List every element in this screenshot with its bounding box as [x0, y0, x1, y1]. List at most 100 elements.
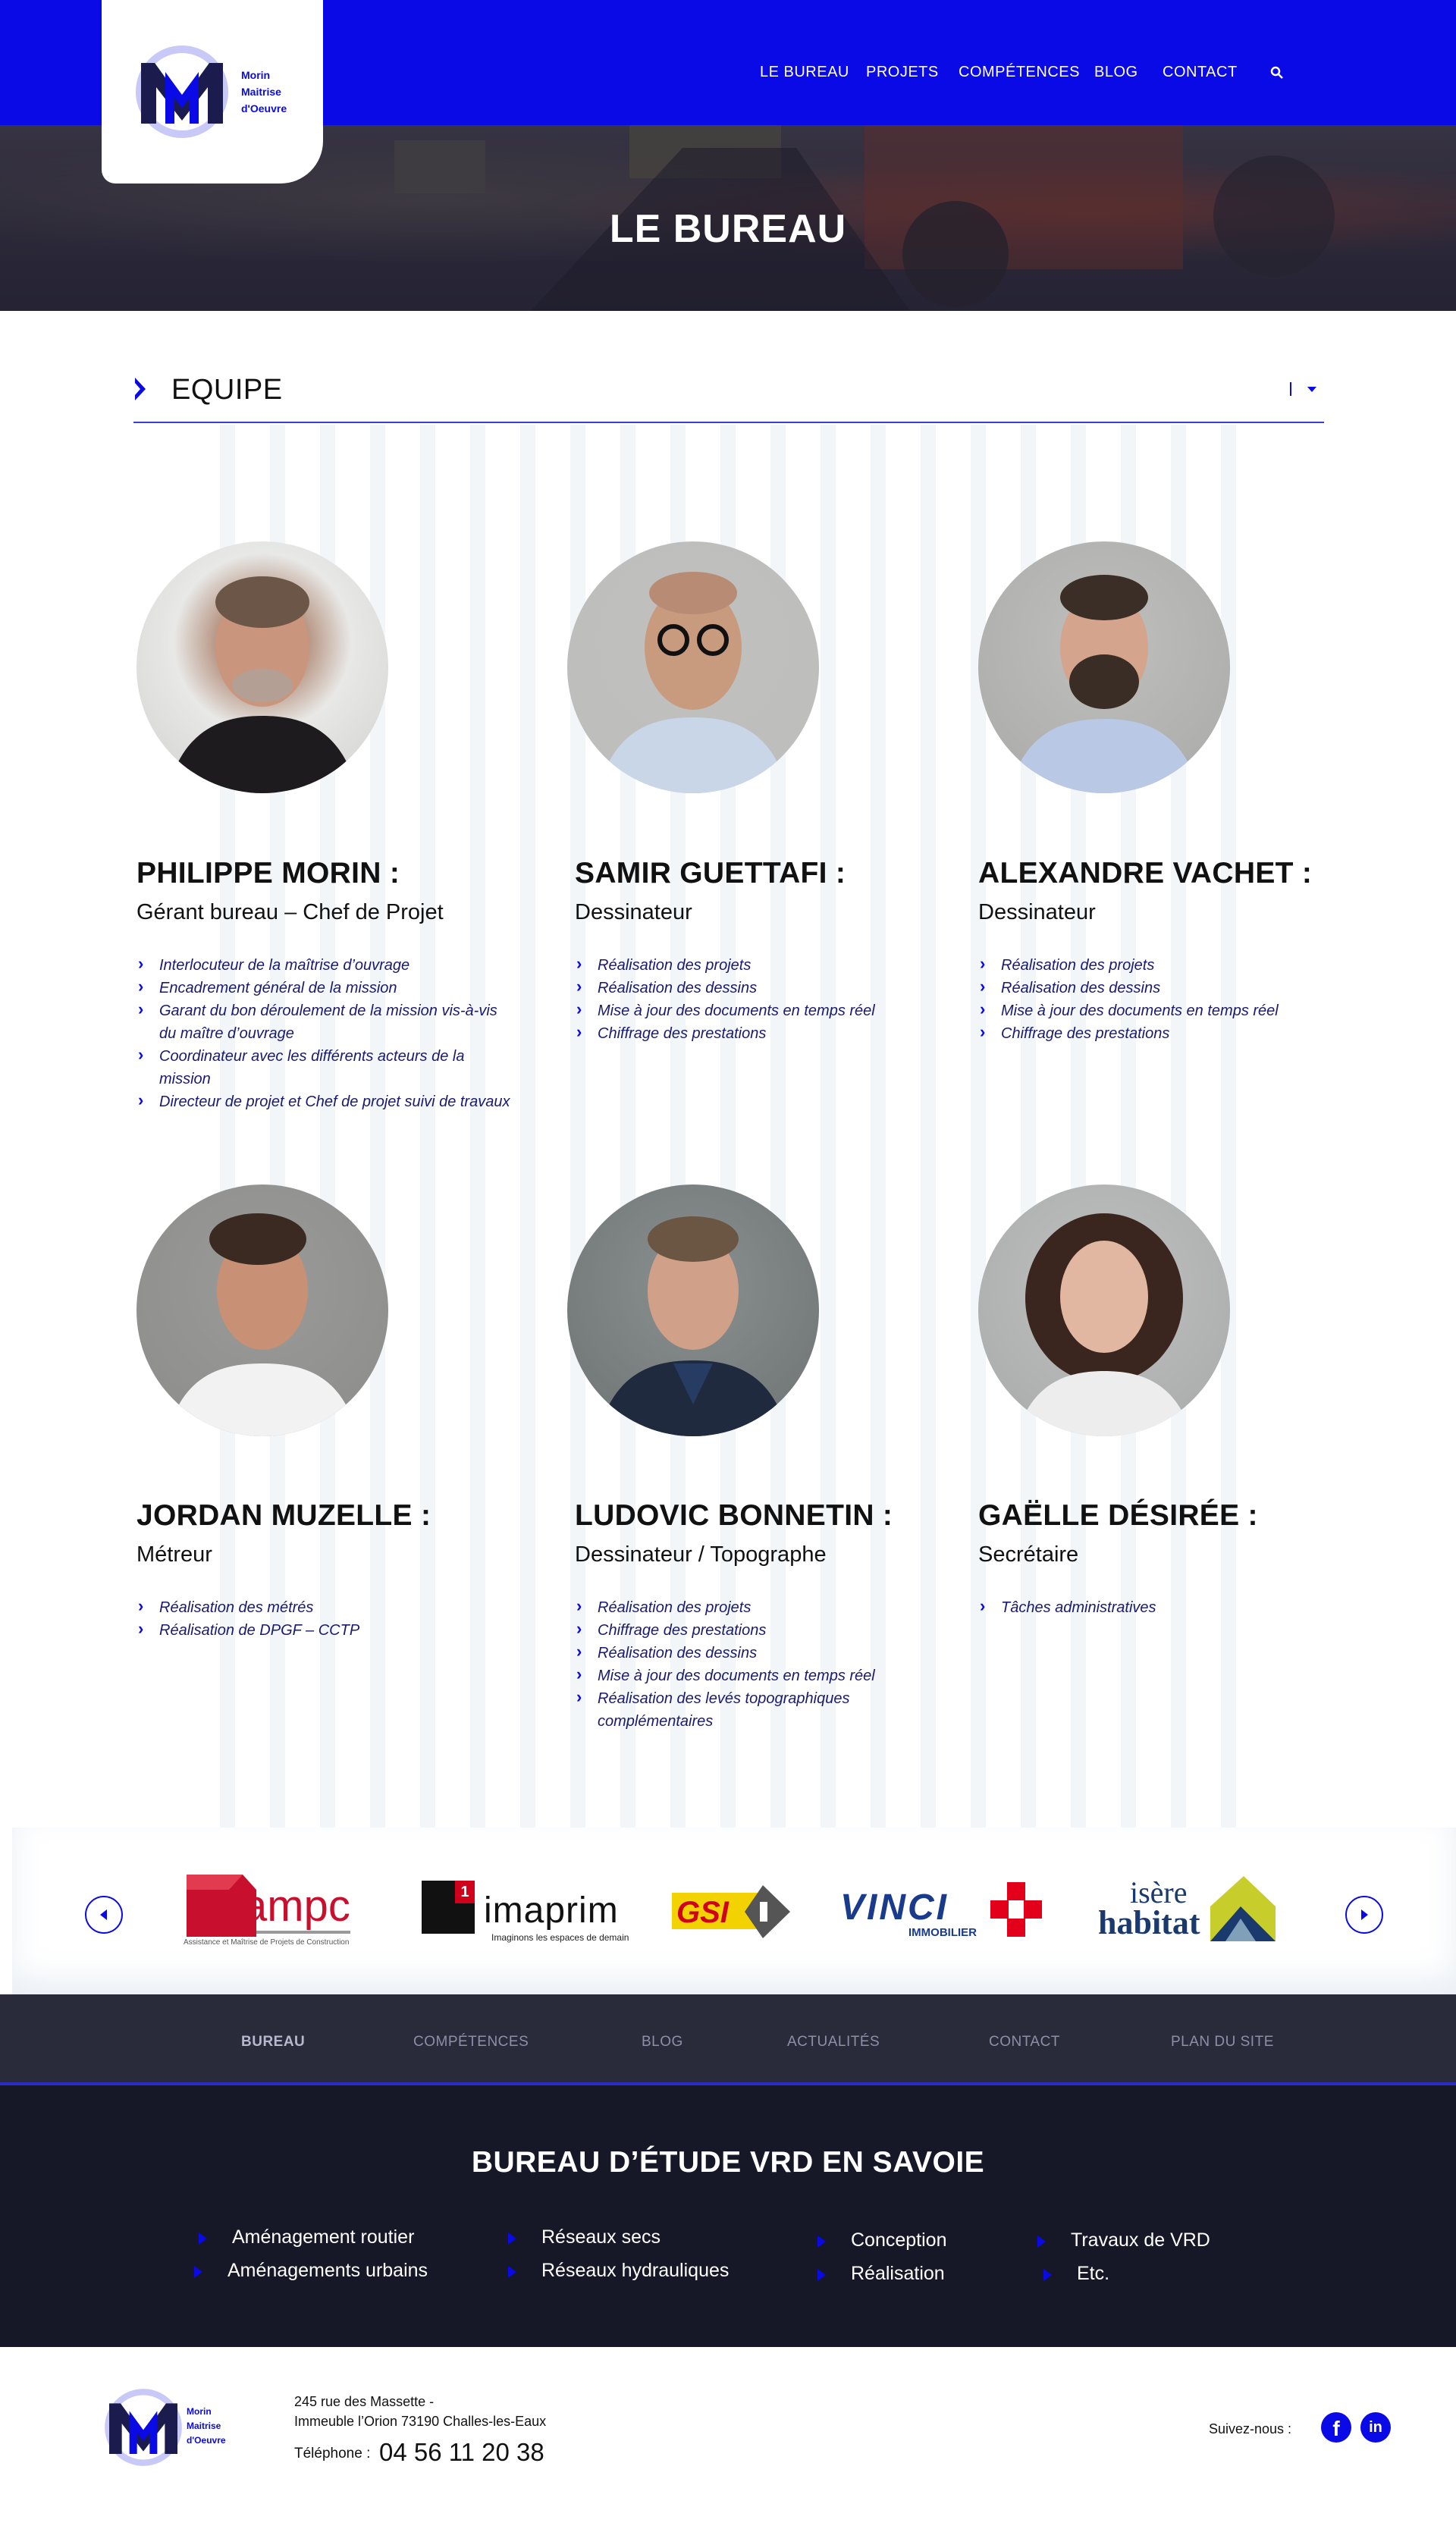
- member-name: GAËLLE DÉSIRÉE :: [978, 1499, 1258, 1532]
- member-photo: [978, 541, 1230, 793]
- member-name: PHILIPPE MORIN :: [136, 857, 400, 890]
- page-title: LE BUREAU: [609, 207, 847, 251]
- footer-nav-bureau[interactable]: Bureau: [241, 2034, 305, 2050]
- task-item: Chiffrage des prestations: [978, 1021, 1350, 1045]
- service-amenagement-routier[interactable]: Aménagement routier: [198, 2226, 414, 2248]
- member-role: Gérant bureau – Chef de Projet: [136, 900, 444, 924]
- phone-number[interactable]: 04 56 11 20 38: [379, 2438, 544, 2467]
- member-role: Dessinateur: [575, 900, 692, 924]
- task-item: Réalisation des projets: [978, 952, 1350, 977]
- task-item: Garant du bon déroulement de la mission …: [136, 998, 516, 1045]
- imaprim-logo-text: imaprim: [484, 1890, 619, 1931]
- nav-le-bureau[interactable]: Le Bureau: [760, 64, 849, 81]
- footer-nav-blog[interactable]: Blog: [642, 2034, 683, 2050]
- task-item: Tâches administratives: [978, 1595, 1350, 1619]
- portrait-avatar-icon: [1016, 1213, 1192, 1436]
- service-reseaux-secs[interactable]: Réseaux secs: [507, 2226, 661, 2248]
- isere-house-icon: [1210, 1876, 1276, 1941]
- service-travaux-vrd[interactable]: Travaux de VRD: [1037, 2229, 1210, 2251]
- site-logo[interactable]: Morin Maitrise d'Oeuvre: [102, 0, 323, 184]
- address-line-2: Immeuble l’Orion 73190 Challes-les-Eaux: [294, 2414, 547, 2429]
- footer-logo[interactable]: Morin Maitrise d'Oeuvre: [102, 2385, 243, 2476]
- member-name: LUDOVIC BONNETIN :: [575, 1499, 893, 1532]
- member-name: JORDAN MUZELLE :: [136, 1499, 431, 1532]
- member-role: Dessinateur: [978, 900, 1096, 924]
- portrait-avatar-icon: [167, 1213, 358, 1436]
- task-item: Réalisation des dessins: [978, 975, 1350, 999]
- partner-logo-vinci[interactable]: VINCI IMMOBILIER: [840, 1881, 1045, 1941]
- service-etc[interactable]: Etc.: [1043, 2263, 1109, 2285]
- member-task-list: Réalisation des projets Réalisation des …: [575, 952, 946, 1045]
- phone-label: Téléphone :: [294, 2446, 371, 2462]
- vinci-logo-subtext: IMMOBILIER: [908, 1926, 977, 1939]
- search-icon[interactable]: [1269, 65, 1285, 80]
- partner-logo-isere-habitat[interactable]: isère habitat: [1098, 1873, 1277, 1946]
- nav-projets[interactable]: Projets: [866, 64, 939, 81]
- member-role: Secrétaire: [978, 1542, 1079, 1567]
- footer-nav-actualites[interactable]: Actualités: [787, 2034, 880, 2050]
- section-header: EQUIPE: [133, 370, 1324, 423]
- task-item: Réalisation des projets: [575, 1595, 946, 1619]
- footer-logo-wordmark: Morin Maitrise d'Oeuvre: [187, 2405, 226, 2448]
- carousel-prev-button[interactable]: [85, 1896, 123, 1934]
- service-reseaux-hydrauliques[interactable]: Réseaux hydrauliques: [507, 2260, 729, 2282]
- task-item: Directeur de projet et Chef de projet su…: [136, 1089, 516, 1113]
- footer-nav-contact[interactable]: Contact: [989, 2034, 1060, 2050]
- service-amenagements-urbains[interactable]: Aménagements urbains: [193, 2260, 428, 2282]
- service-realisation[interactable]: Réalisation: [817, 2263, 945, 2285]
- linkedin-icon[interactable]: in: [1360, 2412, 1391, 2443]
- member-name: ALEXANDRE VACHET :: [978, 857, 1313, 890]
- logo-line-3: d'Oeuvre: [187, 2435, 226, 2446]
- footer-contact: Morin Maitrise d'Oeuvre 245 rue des Mass…: [0, 2347, 1456, 2529]
- footer-nav-plan-du-site[interactable]: Plan du site: [1171, 2034, 1274, 2050]
- nav-blog[interactable]: Blog: [1094, 64, 1138, 81]
- portrait-avatar-icon: [598, 1216, 789, 1436]
- member-task-list: Réalisation des projets Chiffrage des pr…: [575, 1595, 946, 1733]
- member-task-list: Tâches administratives: [978, 1595, 1350, 1619]
- member-photo: [978, 1184, 1230, 1436]
- logo-line-1: Morin: [241, 69, 271, 81]
- imaprim-badge: 1: [455, 1881, 475, 1903]
- triangle-right-icon: [135, 378, 146, 400]
- member-task-list: Réalisation des métrés Réalisation de DP…: [136, 1595, 508, 1642]
- task-item: Réalisation des levés topographiques com…: [575, 1686, 946, 1733]
- portrait-avatar-icon: [598, 572, 789, 793]
- logo-wordmark: Morin Maitrise d'Oeuvre: [241, 67, 287, 117]
- service-conception[interactable]: Conception: [817, 2229, 946, 2251]
- partner-logo-ampc[interactable]: ampc Assistance et Maîtrise de Projets d…: [184, 1870, 355, 1949]
- chevron-down-icon[interactable]: [1286, 378, 1324, 400]
- logo-mark-icon: [105, 2389, 182, 2466]
- isere-logo-line2: habitat: [1098, 1904, 1200, 1941]
- nav-competences[interactable]: Compétences: [959, 64, 1080, 81]
- task-item: Réalisation des métrés: [136, 1595, 508, 1619]
- task-item: Mise à jour des documents en temps réel: [575, 998, 946, 1022]
- carousel-next-button[interactable]: [1345, 1896, 1383, 1934]
- footer-services: BUREAU D’ÉTUDE VRD EN SAVOIE Aménagement…: [0, 2085, 1456, 2347]
- partner-logo-imaprim[interactable]: 1 imaprim Imaginons les espaces de demai…: [422, 1881, 631, 1943]
- task-item: Réalisation de DPGF – CCTP: [136, 1617, 508, 1642]
- follow-label: Suivez-nous :: [1209, 2421, 1292, 2436]
- imaprim-logo-tagline: Imaginons les espaces de demain: [491, 1932, 629, 1943]
- partner-logo-gsi[interactable]: GSI: [672, 1882, 808, 1941]
- member-photo: [136, 541, 388, 793]
- task-item: Chiffrage des prestations: [575, 1021, 946, 1045]
- ampc-logo-tagline: Assistance et Maîtrise de Projets de Con…: [184, 1938, 350, 1947]
- member-photo: [567, 1184, 819, 1436]
- member-task-list: Réalisation des projets Réalisation des …: [978, 952, 1350, 1045]
- chevron-left-icon: [100, 1909, 107, 1920]
- member-photo: [567, 541, 819, 793]
- vinci-cross-icon: [990, 1882, 1042, 1937]
- logo-line-2: Maitrise: [187, 2421, 221, 2431]
- ampc-logo-text: ampc: [243, 1881, 350, 1931]
- member-role: Métreur: [136, 1542, 212, 1567]
- logo-line-1: Morin: [187, 2406, 212, 2417]
- logo-line-2: Maitrise: [241, 86, 281, 98]
- member-role: Dessinateur / Topographe: [575, 1542, 827, 1567]
- member-name: SAMIR GUETTAFI :: [575, 857, 846, 890]
- task-item: Réalisation des dessins: [575, 975, 946, 999]
- footer-nav-competences[interactable]: Compétences: [413, 2034, 529, 2050]
- vinci-logo-text: VINCI: [840, 1887, 949, 1928]
- facebook-icon[interactable]: f: [1321, 2412, 1351, 2443]
- address-line-1: 245 rue des Massette -: [294, 2394, 435, 2409]
- nav-contact[interactable]: Contact: [1163, 64, 1238, 81]
